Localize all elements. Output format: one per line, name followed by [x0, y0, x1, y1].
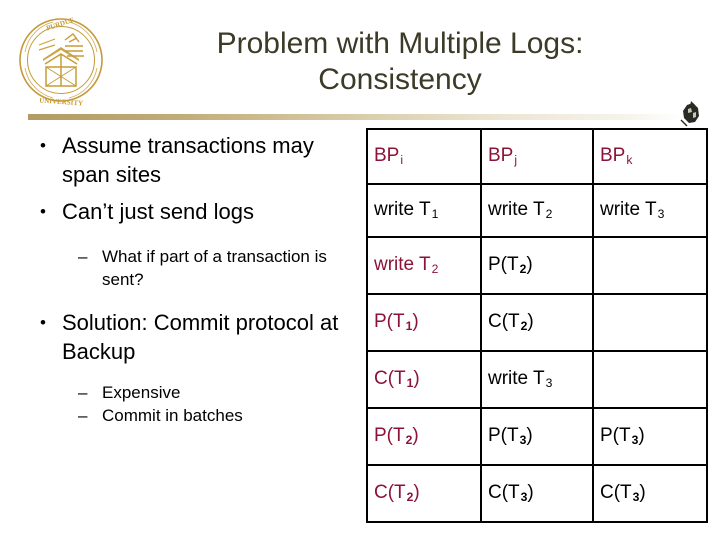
- cell-subscript: j: [514, 153, 518, 168]
- bullet-item-2: Can’t just send logs: [26, 197, 356, 226]
- table-cell-r4-c2: P(T3): [592, 407, 708, 466]
- table-cell-r5-c0: C(T2): [366, 464, 482, 523]
- cell-subscript: k: [626, 153, 633, 168]
- cell-subscript: 3: [632, 490, 640, 505]
- cell-subscript: 1: [406, 376, 414, 391]
- table-row: write T2 P(T2): [366, 236, 708, 295]
- table-cell-r5-c2: C(T3): [592, 464, 708, 523]
- table-cell-r3-c0: C(T1): [366, 350, 482, 409]
- cell-text: BPi: [374, 145, 404, 168]
- table-cell-r0-c1: write T2: [480, 183, 594, 238]
- cell-subscript: 2: [405, 433, 413, 448]
- cell-text: P(T2): [374, 425, 419, 448]
- cell-text: C(T2): [374, 482, 420, 505]
- table-row: C(T1) write T3: [366, 350, 708, 409]
- cell-text: write T3: [488, 368, 553, 391]
- svg-text:UNIVERSITY: UNIVERSITY: [39, 96, 83, 107]
- table-cell-r2-c1: C(T2): [480, 293, 594, 352]
- table-cell-r0-c2: write T3: [592, 183, 708, 238]
- table-cell-r4-c0: P(T2): [366, 407, 482, 466]
- cell-text: C(T3): [600, 482, 646, 505]
- cell-text: C(T3): [488, 482, 534, 505]
- cell-subscript: 3: [520, 490, 528, 505]
- cell-text: write T3: [600, 199, 665, 222]
- page-title-line2: Consistency: [318, 63, 482, 96]
- svg-text:PURDUE: PURDUE: [45, 16, 76, 33]
- cell-text: P(T3): [600, 425, 645, 448]
- table-header-cell-0: BPi: [366, 128, 482, 185]
- cell-text: write T1: [374, 199, 439, 222]
- table-cell-r2-c0: P(T1): [366, 293, 482, 352]
- bullet-item-4: Solution: Commit protocol at Backup: [26, 308, 356, 366]
- table-cell-r3-c2: [592, 350, 708, 409]
- cell-subscript: 2: [519, 262, 527, 277]
- table-cell-r1-c2: [592, 236, 708, 295]
- cell-text: C(T2): [488, 311, 534, 334]
- table-row: C(T2) C(T3) C(T3): [366, 464, 708, 523]
- cell-text: C(T1): [374, 368, 420, 391]
- cell-subscript: 3: [519, 433, 527, 448]
- cell-text: BPj: [488, 145, 518, 168]
- backup-log-table: BPi BPj BPk write T1 write T2 write T3 write T…: [366, 128, 708, 523]
- table-header-cell-1: BPj: [480, 128, 594, 185]
- cell-text: P(T2): [488, 254, 533, 277]
- cell-subscript: 3: [657, 207, 665, 222]
- table-cell-r2-c2: [592, 293, 708, 352]
- table-row: P(T2) P(T3) P(T3): [366, 407, 708, 466]
- purdue-university-seal-icon: PURDUE UNIVERSITY: [13, 12, 109, 108]
- cell-subscript: 3: [631, 433, 639, 448]
- bullet-item-6: Commit in batches: [26, 404, 356, 427]
- cell-text: write T2: [488, 199, 553, 222]
- cell-subscript: 3: [545, 376, 553, 391]
- cell-text: write T2: [374, 254, 439, 277]
- table-cell-r0-c0: write T1: [366, 183, 482, 238]
- cell-subscript: 1: [431, 207, 439, 222]
- table-cell-r5-c1: C(T3): [480, 464, 594, 523]
- table-cell-r1-c0: write T2: [366, 236, 482, 295]
- bullet-list: Assume transactions may span sites Can’t…: [26, 131, 356, 427]
- table-cell-r1-c1: P(T2): [480, 236, 594, 295]
- cell-subscript: 2: [520, 319, 528, 334]
- page-title-line1: Problem with Multiple Logs:: [216, 27, 584, 60]
- table-row: write T1 write T2 write T3: [366, 183, 708, 238]
- table-row: P(T1) C(T2): [366, 293, 708, 352]
- title-divider: [28, 114, 683, 120]
- cell-subscript: 2: [545, 207, 553, 222]
- cell-subscript: i: [400, 153, 404, 168]
- corner-ornament-icon: [678, 100, 704, 130]
- cell-subscript: 2: [431, 262, 439, 277]
- cell-text: P(T1): [374, 311, 419, 334]
- cell-text: P(T3): [488, 425, 533, 448]
- page-title: Problem with Multiple Logs: Consistency: [120, 26, 680, 98]
- cell-text: BPk: [600, 145, 633, 168]
- bullet-item-3: What if part of a transaction is sent?: [26, 245, 356, 291]
- cell-subscript: 2: [406, 490, 414, 505]
- table-cell-r3-c1: write T3: [480, 350, 594, 409]
- bullet-item-5: Expensive: [26, 381, 356, 404]
- cell-subscript: 1: [405, 319, 413, 334]
- table-header-cell-2: BPk: [592, 128, 708, 185]
- slide-canvas: PURDUE UNIVERSITY Problem with Multiple …: [0, 0, 720, 540]
- table-header-row: BPi BPj BPk: [366, 128, 708, 185]
- table-cell-r4-c1: P(T3): [480, 407, 594, 466]
- bullet-item-1: Assume transactions may span sites: [26, 131, 356, 189]
